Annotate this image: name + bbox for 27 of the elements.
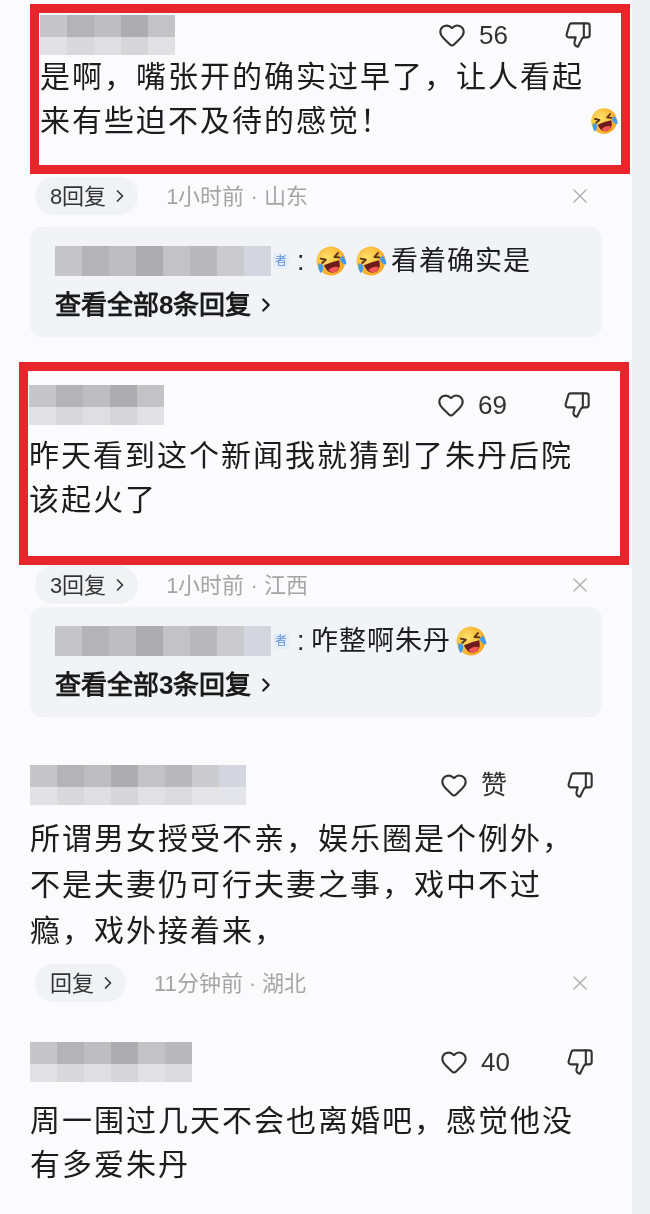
- view-all-replies-link[interactable]: 查看全部3条回复: [55, 667, 278, 703]
- thumbs-down-icon[interactable]: [566, 771, 594, 799]
- like-button[interactable]: 56: [437, 15, 564, 55]
- laughing-tears-emoji-icon: [588, 105, 620, 137]
- colon-separator: :: [297, 624, 305, 658]
- comment-text: 周一围过几天不会也离婚吧，感觉他没有多爱朱丹: [30, 1103, 575, 1183]
- comment-text: 是啊，嘴张开的确实过早了，让人看起来有些迫不及待的感觉！: [40, 59, 585, 139]
- like-button[interactable]: 69: [436, 385, 563, 425]
- time-location: 1小时前 · 江西: [166, 571, 309, 600]
- view-all-replies-link[interactable]: 查看全部8条回复: [55, 287, 278, 323]
- comment-text: 所谓男女授受不亲，娱乐圈是个例外，不是夫妻仍可行夫妻之事，戏中不过瘾，戏外接着来，: [30, 821, 575, 949]
- colon-separator: :: [297, 244, 305, 278]
- thumbs-down-icon[interactable]: [566, 1048, 594, 1076]
- reply-text: 看着确实是: [390, 244, 531, 278]
- reply-button[interactable]: 回复: [35, 964, 126, 1002]
- like-button[interactable]: 赞: [439, 765, 566, 805]
- reply-button[interactable]: 3回复: [35, 566, 139, 604]
- author-badge: 者: [273, 633, 289, 649]
- time-location: 1小时前 · 山东: [166, 182, 309, 211]
- like-button[interactable]: 40: [439, 1042, 566, 1082]
- thumbs-down-icon[interactable]: [564, 21, 592, 49]
- reply-button[interactable]: 8回复: [35, 177, 139, 215]
- thumbs-down-icon[interactable]: [563, 391, 591, 419]
- author-badge: 者: [273, 253, 289, 269]
- reply-text: 咋整啊朱丹: [310, 624, 451, 658]
- comment-text: 昨天看到这个新闻我就猜到了朱丹后院该起火了: [29, 438, 574, 518]
- time-location: 11分钟前 · 湖北: [154, 969, 307, 998]
